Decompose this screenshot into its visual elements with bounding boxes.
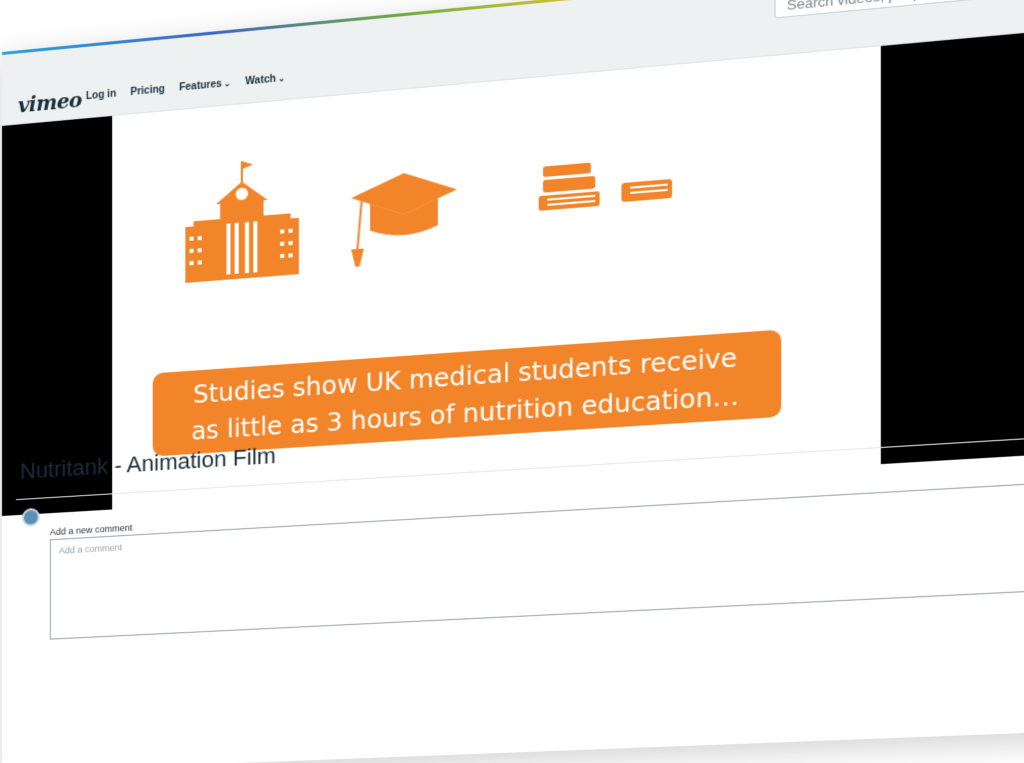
- video-frame: Studies show UK medical students receive…: [112, 46, 881, 510]
- illustration-row: [185, 122, 673, 283]
- video-caption: Studies show UK medical students receive…: [152, 329, 782, 457]
- chevron-down-icon: ⌄: [223, 78, 231, 89]
- search-box: [774, 0, 1024, 20]
- nav-pricing[interactable]: Pricing: [130, 84, 164, 98]
- books-icon: [538, 162, 673, 211]
- nav-watch[interactable]: Watch ⌄: [245, 73, 285, 88]
- nav-features[interactable]: Features ⌄: [179, 78, 231, 94]
- screenshot-stage: vimeo Log in Pricing Features⌄ Watch⌄: [0, 0, 1024, 763]
- nav-login[interactable]: Log in: [86, 88, 116, 102]
- graduation-cap-icon: [351, 168, 458, 268]
- nav-watch-label: Watch: [245, 73, 276, 88]
- search-input[interactable]: [775, 0, 1024, 20]
- school-building-icon: [185, 156, 299, 283]
- vimeo-logo[interactable]: vimeo: [18, 88, 82, 118]
- chevron-down-icon: ⌄: [278, 73, 285, 84]
- nav-features-label: Features: [179, 78, 222, 94]
- main-nav: Log in Pricing Features ⌄ Watch ⌄: [86, 73, 285, 102]
- avatar[interactable]: [21, 507, 40, 527]
- comment-input[interactable]: [49, 481, 1024, 640]
- vimeo-page: vimeo Log in Pricing Features⌄ Watch⌄: [2, 0, 1024, 763]
